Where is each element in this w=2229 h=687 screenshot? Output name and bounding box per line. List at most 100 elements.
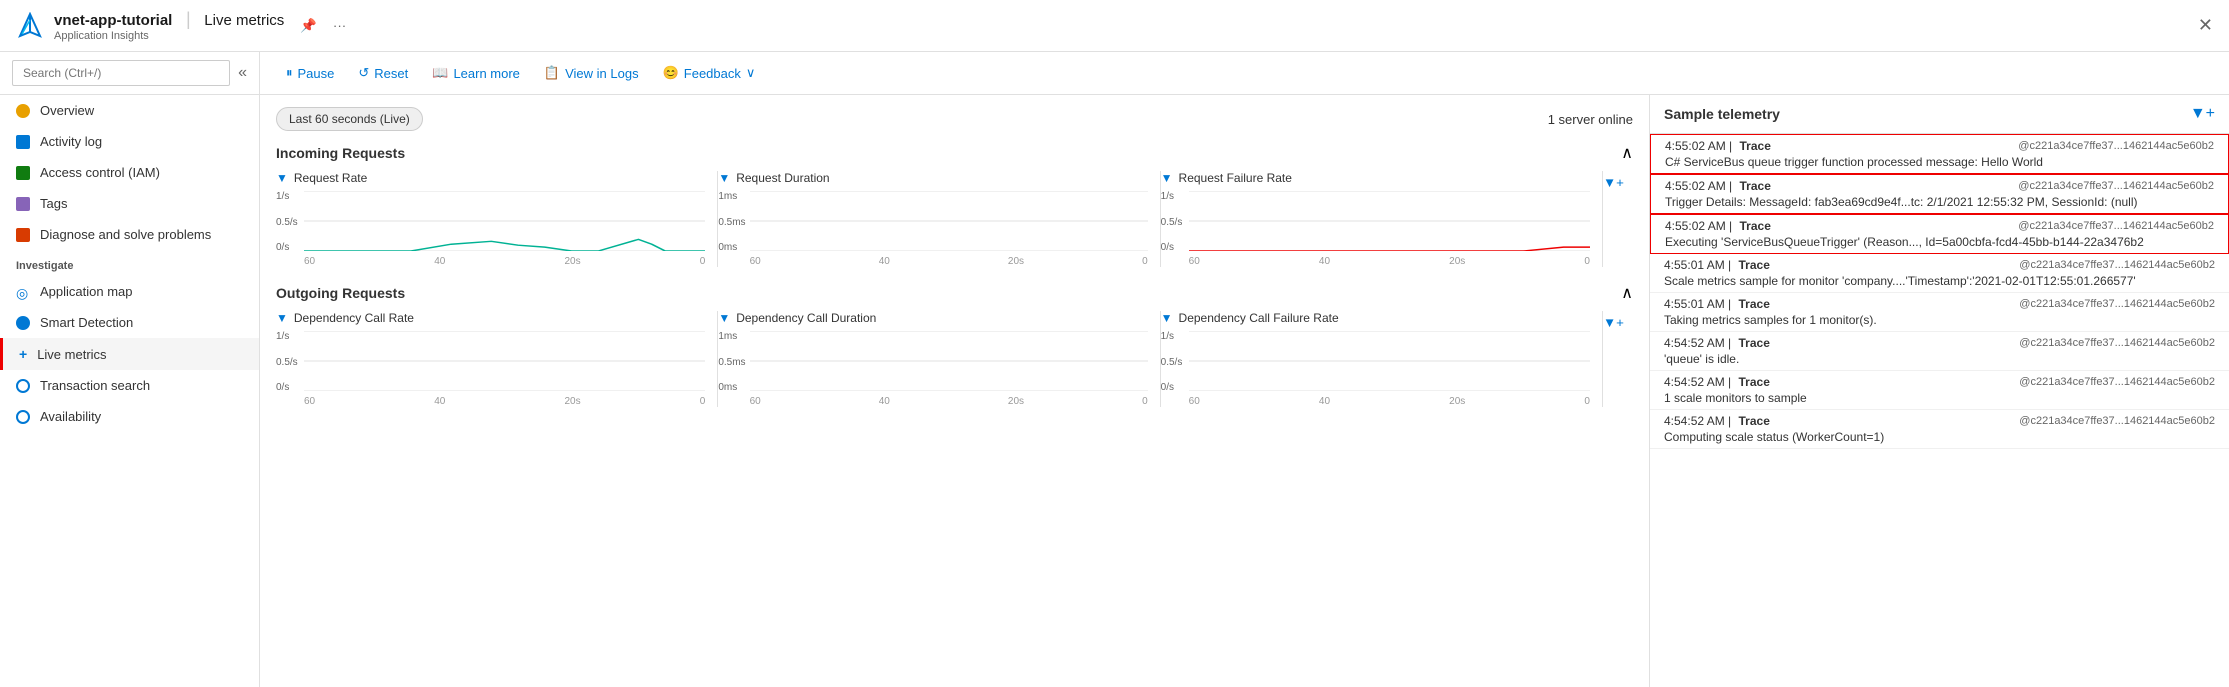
outgoing-requests-collapse[interactable]: ∧ (1621, 283, 1633, 303)
incoming-requests-section: Incoming Requests ∧ ▼ Request Rate (276, 143, 1633, 267)
request-failure-rate-col: ▼ Request Failure Rate 1/s 0.5/s 0/s (1161, 171, 1603, 267)
metrics-panel: Last 60 seconds (Live) 1 server online I… (260, 95, 1649, 687)
telemetry-header: Sample telemetry ▼+ (1650, 95, 2229, 134)
sidebar-item-diagnose[interactable]: Diagnose and solve problems (0, 219, 259, 250)
telemetry-message-1: Trigger Details: MessageId: fab3ea69cd9e… (1665, 195, 2214, 209)
request-duration-filter-icon[interactable]: ▼ (718, 171, 730, 185)
telemetry-item-header: 4:54:52 AM | Trace @c221a34ce7ffe37...14… (1664, 375, 2215, 389)
pause-icon: ⏸ (286, 65, 293, 81)
dep-failure-rate-col: ▼ Dependency Call Failure Rate 1/s 0.5/s… (1161, 311, 1603, 407)
sidebar-item-overview[interactable]: Overview (0, 95, 259, 126)
telemetry-id-2: @c221a34ce7ffe37...1462144ac5e60b2 (2018, 220, 2214, 232)
time-range-button[interactable]: Last 60 seconds (Live) (276, 107, 423, 131)
dep-call-x-40: 40 (434, 396, 445, 407)
dep-duration-x-60: 60 (750, 396, 761, 407)
telemetry-message-6: 1 scale monitors to sample (1664, 391, 2215, 405)
outgoing-requests-header: Outgoing Requests ∧ (276, 283, 1633, 303)
tags-icon (16, 197, 30, 211)
reset-button[interactable]: ↺ Reset (348, 60, 418, 86)
sidebar-item-tags[interactable]: Tags (0, 188, 259, 219)
telemetry-title: Sample telemetry (1664, 106, 1780, 122)
telemetry-item[interactable]: 4:55:02 AM | Trace @c221a34ce7ffe37...14… (1650, 174, 2229, 214)
pin-button[interactable]: 📌 (296, 14, 321, 38)
incoming-requests-collapse[interactable]: ∧ (1621, 143, 1633, 163)
dep-call-rate-header: ▼ Dependency Call Rate (276, 311, 705, 325)
sidebar-item-access-control[interactable]: Access control (IAM) (0, 157, 259, 188)
view-in-logs-button[interactable]: 📋 View in Logs (534, 60, 649, 86)
dep-call-x-0: 0 (700, 396, 706, 407)
dep-failure-rate-chart (1189, 331, 1590, 391)
dep-failure-rate-filter-icon[interactable]: ▼ (1161, 311, 1173, 325)
header-actions: 📌 ··· (296, 14, 350, 38)
sidebar-item-availability[interactable]: Availability (0, 401, 259, 432)
sidebar-item-transaction-search[interactable]: Transaction search (0, 370, 259, 401)
sidebar: « Overview Activity log Access control (… (0, 52, 260, 687)
request-duration-x-0: 0 (1142, 256, 1148, 267)
sidebar-item-application-map[interactable]: ◎ Application map (0, 276, 259, 307)
learn-more-button[interactable]: 📖 Learn more (422, 60, 530, 86)
reset-icon: ↺ (358, 65, 369, 81)
metrics-content: Last 60 seconds (Live) 1 server online I… (260, 95, 2229, 687)
request-duration-label: Request Duration (736, 171, 829, 185)
pause-button[interactable]: ⏸ Pause (276, 60, 344, 86)
outgoing-requests-metrics: ▼ Dependency Call Rate 1/s 0.5/s 0/s (276, 311, 1633, 407)
telemetry-item[interactable]: 4:54:52 AM | Trace @c221a34ce7ffe37...14… (1650, 371, 2229, 410)
telemetry-filter-button[interactable]: ▼+ (2190, 105, 2215, 123)
request-rate-y-mid: 0.5/s (276, 217, 300, 228)
outgoing-add-metric-button[interactable]: ▼+ (1603, 315, 1624, 330)
dep-call-rate-filter-icon[interactable]: ▼ (276, 311, 288, 325)
content-area: ⏸ Pause ↺ Reset 📖 Learn more 📋 View in L… (260, 52, 2229, 687)
view-in-logs-label: View in Logs (565, 66, 638, 81)
dep-call-duration-chart (750, 331, 1148, 391)
sidebar-item-smart-detection[interactable]: Smart Detection (0, 307, 259, 338)
dep-call-duration-header: ▼ Dependency Call Duration (718, 311, 1147, 325)
telemetry-time-2: 4:55:02 AM (1665, 219, 1726, 233)
incoming-requests-header: Incoming Requests ∧ (276, 143, 1633, 163)
request-rate-filter-icon[interactable]: ▼ (276, 171, 288, 185)
more-options-button[interactable]: ··· (329, 14, 350, 37)
search-input[interactable] (12, 60, 230, 86)
telemetry-time-3: 4:55:01 AM (1664, 258, 1725, 272)
telemetry-time-0: 4:55:02 AM (1665, 139, 1726, 153)
status-bar: Last 60 seconds (Live) 1 server online (276, 107, 1633, 131)
close-button[interactable]: ✕ (2198, 15, 2213, 36)
telemetry-time-7: 4:54:52 AM (1664, 414, 1725, 428)
dep-failure-x-0: 0 (1584, 396, 1590, 407)
request-duration-x-20: 20s (1008, 256, 1024, 267)
dep-call-rate-y-bot: 0/s (276, 382, 300, 393)
telemetry-message-4: Taking metrics samples for 1 monitor(s). (1664, 313, 2215, 327)
telemetry-type-4: Trace (1739, 297, 1770, 311)
request-rate-chart (304, 191, 705, 251)
telemetry-item[interactable]: 4:54:52 AM | Trace @c221a34ce7ffe37...14… (1650, 410, 2229, 449)
telemetry-id-4: @c221a34ce7ffe37...1462144ac5e60b2 (2019, 298, 2215, 310)
sidebar-item-smart-detection-label: Smart Detection (40, 315, 133, 330)
request-failure-rate-header: ▼ Request Failure Rate (1161, 171, 1590, 185)
access-control-icon (16, 166, 30, 180)
dep-duration-x-0: 0 (1142, 396, 1148, 407)
request-duration-header: ▼ Request Duration (718, 171, 1147, 185)
telemetry-id-5: @c221a34ce7ffe37...1462144ac5e60b2 (2019, 337, 2215, 349)
incoming-add-metric-button[interactable]: ▼+ (1603, 175, 1624, 190)
sidebar-collapse-button[interactable]: « (238, 64, 247, 82)
sidebar-item-activity-log-label: Activity log (40, 134, 102, 149)
dep-call-duration-y-mid: 0.5ms (718, 357, 745, 368)
incoming-requests-title: Incoming Requests (276, 145, 405, 161)
telemetry-item-header: 4:55:02 AM | Trace @c221a34ce7ffe37...14… (1665, 139, 2214, 153)
smart-detection-icon (16, 316, 30, 330)
telemetry-item[interactable]: 4:55:01 AM | Trace @c221a34ce7ffe37...14… (1650, 293, 2229, 332)
dep-failure-y-bot: 0/s (1161, 382, 1185, 393)
telemetry-item[interactable]: 4:54:52 AM | Trace @c221a34ce7ffe37...14… (1650, 332, 2229, 371)
telemetry-item[interactable]: 4:55:01 AM | Trace @c221a34ce7ffe37...14… (1650, 254, 2229, 293)
telemetry-time-5: 4:54:52 AM (1664, 336, 1725, 350)
app-subtitle: Application Insights (54, 30, 284, 42)
dep-call-x-20: 20s (565, 396, 581, 407)
sidebar-item-activity-log[interactable]: Activity log (0, 126, 259, 157)
request-failure-rate-filter-icon[interactable]: ▼ (1161, 171, 1173, 185)
dep-call-duration-y-top: 1ms (718, 331, 745, 342)
request-rate-x-0: 0 (700, 256, 706, 267)
sidebar-item-live-metrics[interactable]: + Live metrics (0, 338, 259, 370)
feedback-button[interactable]: 😊 Feedback ∨ (653, 60, 766, 86)
telemetry-item[interactable]: 4:55:02 AM | Trace @c221a34ce7ffe37...14… (1650, 134, 2229, 174)
dep-call-duration-filter-icon[interactable]: ▼ (718, 311, 730, 325)
telemetry-item[interactable]: 4:55:02 AM | Trace @c221a34ce7ffe37...14… (1650, 214, 2229, 254)
